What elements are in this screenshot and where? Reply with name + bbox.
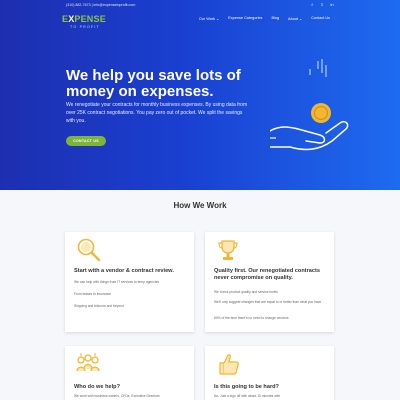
contact-info[interactable]: (310) 882-7673 | info@expensetoprofit.co… — [66, 3, 310, 7]
nav-item-expense-categories[interactable]: Expense Categories — [228, 16, 262, 21]
card-paragraph: We work with business owners, CFOs, Exec… — [74, 394, 160, 398]
magnifier-icon — [77, 238, 101, 262]
nav-item-about[interactable]: About ⌄ — [288, 16, 302, 21]
facebook-icon[interactable]: f — [310, 2, 314, 7]
top-bar: (310) 882-7673 | info@expensetoprofit.co… — [0, 0, 400, 9]
card-paragraph: We can help with things from IT services… — [74, 280, 160, 284]
logo-part3: PENSE — [74, 14, 106, 24]
card-quality-first: Quality first. Our renegotiated contract… — [205, 232, 334, 332]
card-paragraph: Shipping and telecom and beyond — [74, 304, 124, 308]
card-paragraph: 80% of the time there's no need to chang… — [214, 316, 289, 320]
card-vendor-review: Start with a vendor & contract review. W… — [65, 232, 194, 332]
nav-menu: Our Work ⌄ Expense Categories Blog About… — [199, 16, 330, 21]
card-paragraph: From leases to insurance — [74, 292, 112, 296]
hero-section: (310) 882-7673 | info@expensetoprofit.co… — [0, 0, 400, 190]
thumbs-up-icon — [219, 354, 239, 375]
trophy-icon — [218, 240, 238, 260]
card-who-we-help: Who do we help? We work with business ow… — [65, 346, 194, 400]
card-title: Is this going to be hard? — [214, 384, 279, 390]
contact-us-button[interactable]: CONTACT US — [66, 136, 106, 146]
hand-coin-icon — [270, 59, 349, 151]
logo[interactable]: EXPENSE TO PROFIT — [62, 15, 112, 31]
nav-item-blog[interactable]: Blog — [271, 16, 279, 21]
section-title: How We Work — [173, 201, 227, 210]
hero-text: We renegotiate your contracts for monthl… — [66, 102, 248, 125]
social-links: f 𝕥 in — [310, 2, 334, 7]
nav-item-contact-us[interactable]: Contact Us — [311, 16, 330, 21]
card-title: Start with a vendor & contract review. — [74, 268, 174, 274]
card-paragraph: We check product quality and service lev… — [214, 290, 278, 294]
main-navbar: EXPENSE TO PROFIT Our Work ⌄ Expense Cat… — [0, 12, 400, 32]
twitter-icon[interactable]: 𝕥 — [320, 2, 324, 7]
card-title: Who do we help? — [74, 384, 120, 390]
hero-title: We help you save lots of money on expens… — [66, 67, 241, 100]
card-paragraph: No. Just a sign off with about 10 minute… — [214, 394, 281, 398]
card-paragraph: We'll only suggest changes that are equa… — [214, 300, 322, 304]
card-is-it-hard: Is this going to be hard? No. Just a sig… — [205, 346, 334, 400]
linkedin-icon[interactable]: in — [330, 2, 334, 7]
nav-item-our-work[interactable]: Our Work ⌄ — [199, 16, 219, 21]
logo-tagline: TO PROFIT — [70, 25, 100, 29]
card-title: Quality first. Our renegotiated contract… — [214, 268, 320, 281]
team-icon — [76, 353, 100, 372]
